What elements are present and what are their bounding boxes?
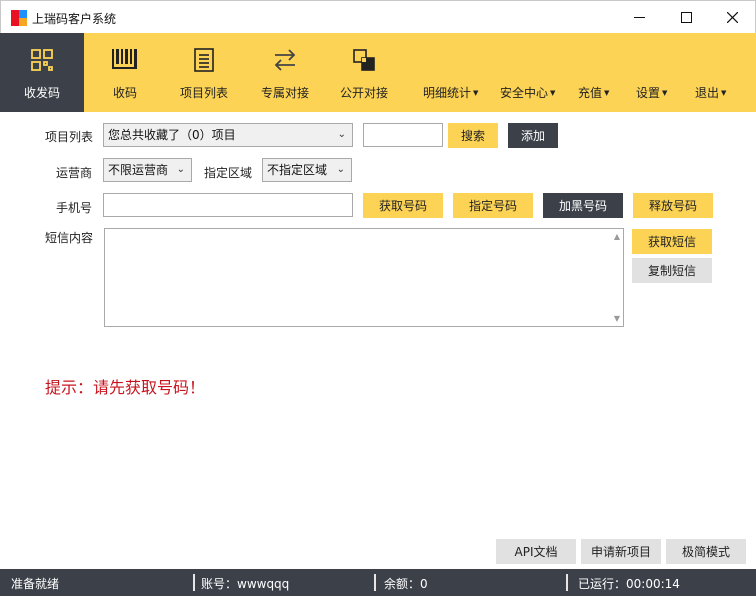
api-docs-button[interactable]: API文档 xyxy=(496,539,576,564)
add-button[interactable]: 添加 xyxy=(508,123,558,148)
menu-settings[interactable]: 设置 ▼ xyxy=(636,84,667,101)
chevron-down-icon: ▼ xyxy=(550,89,556,97)
chevron-down-icon: ⌄ xyxy=(176,164,185,175)
chevron-down-icon: ▼ xyxy=(662,89,668,97)
region-select-value: 不指定区域 xyxy=(267,163,328,177)
menu-label: 安全中心 xyxy=(500,86,549,100)
toolbar-item-receive[interactable]: 收码 xyxy=(98,33,152,112)
project-select-value: 您总共收藏了（0）项目 xyxy=(108,128,236,142)
status-separator xyxy=(193,574,195,591)
sms-content-label: 短信内容 xyxy=(45,231,94,245)
menu-label: 充值 xyxy=(578,86,603,100)
get-sms-button[interactable]: 获取短信 xyxy=(632,229,712,254)
toolbar-item-label: 收码 xyxy=(112,86,137,100)
operator-select[interactable]: 不限运营商 ⌄ xyxy=(103,158,192,182)
toolbar-item-label: 项目列表 xyxy=(179,86,228,100)
operator-label: 运营商 xyxy=(56,166,93,180)
chevron-down-icon: ⌄ xyxy=(336,164,345,175)
simple-mode-button[interactable]: 极简模式 xyxy=(666,539,746,564)
close-icon xyxy=(726,12,738,23)
toolbar-item-public-docking[interactable]: 公开对接 xyxy=(336,33,392,112)
phone-label: 手机号 xyxy=(56,201,93,215)
barcode-icon xyxy=(112,47,138,73)
project-list-label: 项目列表 xyxy=(45,130,94,144)
link-squares-icon xyxy=(351,47,377,73)
specify-number-button[interactable]: 指定号码 xyxy=(453,193,533,218)
menu-security-center[interactable]: 安全中心 ▼ xyxy=(500,84,555,101)
menu-label: 明细统计 xyxy=(423,86,472,100)
swap-arrows-icon xyxy=(272,47,298,73)
maximize-button[interactable] xyxy=(663,1,709,34)
menu-detail-statistics[interactable]: 明细统计 ▼ xyxy=(423,84,478,101)
title-bar: 上瑞码客户系统 xyxy=(0,0,756,33)
search-button[interactable]: 搜索 xyxy=(448,123,498,148)
chevron-down-icon: ▼ xyxy=(604,89,610,97)
status-separator xyxy=(566,574,568,591)
toolbar-item-send-receive[interactable]: 收发码 xyxy=(0,33,84,112)
close-button[interactable] xyxy=(709,1,755,34)
operator-select-value: 不限运营商 xyxy=(108,163,169,177)
sms-content-textarea[interactable]: ▲ ▼ xyxy=(104,228,624,327)
project-select[interactable]: 您总共收藏了（0）项目 ⌄ xyxy=(103,123,353,147)
menu-exit[interactable]: 退出 ▼ xyxy=(695,84,726,101)
window-title: 上瑞码客户系统 xyxy=(32,12,117,26)
status-account: 账号：wwwqqq xyxy=(201,577,290,591)
status-separator xyxy=(374,574,376,591)
menu-label: 设置 xyxy=(636,86,661,100)
hint-message: 提示：请先获取号码！ xyxy=(45,378,206,397)
phone-input[interactable] xyxy=(103,193,353,217)
region-select[interactable]: 不指定区域 ⌄ xyxy=(262,158,352,182)
minimize-button[interactable] xyxy=(616,1,662,34)
status-bar: 准备就绪 账号：wwwqqq 余额：0 已运行：00:00:14 xyxy=(0,569,756,596)
chevron-down-icon: ▼ xyxy=(721,89,727,97)
toolbar-item-label: 收发码 xyxy=(23,86,60,100)
scroll-up-icon[interactable]: ▲ xyxy=(614,232,620,241)
menu-recharge[interactable]: 充值 ▼ xyxy=(578,84,609,101)
toolbar-item-label: 专属对接 xyxy=(260,86,309,100)
release-number-button[interactable]: 释放号码 xyxy=(633,193,713,218)
status-uptime: 已运行：00:00:14 xyxy=(578,577,680,591)
main-toolbar: 收发码 收码 项目列表 专属对接 公开对接 明细统计 ▼ 安全中心 ▼ 充值 ▼… xyxy=(0,33,756,112)
blacklist-number-button[interactable]: 加黑号码 xyxy=(543,193,623,218)
search-input[interactable] xyxy=(363,123,443,147)
status-balance: 余额：0 xyxy=(384,577,428,591)
scroll-down-icon[interactable]: ▼ xyxy=(614,314,620,323)
copy-sms-button[interactable]: 复制短信 xyxy=(632,258,712,283)
minimize-icon xyxy=(633,17,645,18)
qr-scan-icon xyxy=(29,47,55,73)
apply-new-project-button[interactable]: 申请新项目 xyxy=(581,539,661,564)
get-number-button[interactable]: 获取号码 xyxy=(363,193,443,218)
app-logo-icon xyxy=(11,10,27,26)
list-document-icon xyxy=(191,47,217,73)
region-label: 指定区域 xyxy=(204,166,253,180)
chevron-down-icon: ⌄ xyxy=(337,129,346,140)
chevron-down-icon: ▼ xyxy=(473,89,479,97)
maximize-icon xyxy=(680,12,692,23)
toolbar-item-project-list[interactable]: 项目列表 xyxy=(176,33,232,112)
toolbar-item-label: 公开对接 xyxy=(339,86,388,100)
menu-label: 退出 xyxy=(695,86,720,100)
toolbar-item-exclusive-docking[interactable]: 专属对接 xyxy=(256,33,314,112)
status-ready: 准备就绪 xyxy=(11,577,60,591)
